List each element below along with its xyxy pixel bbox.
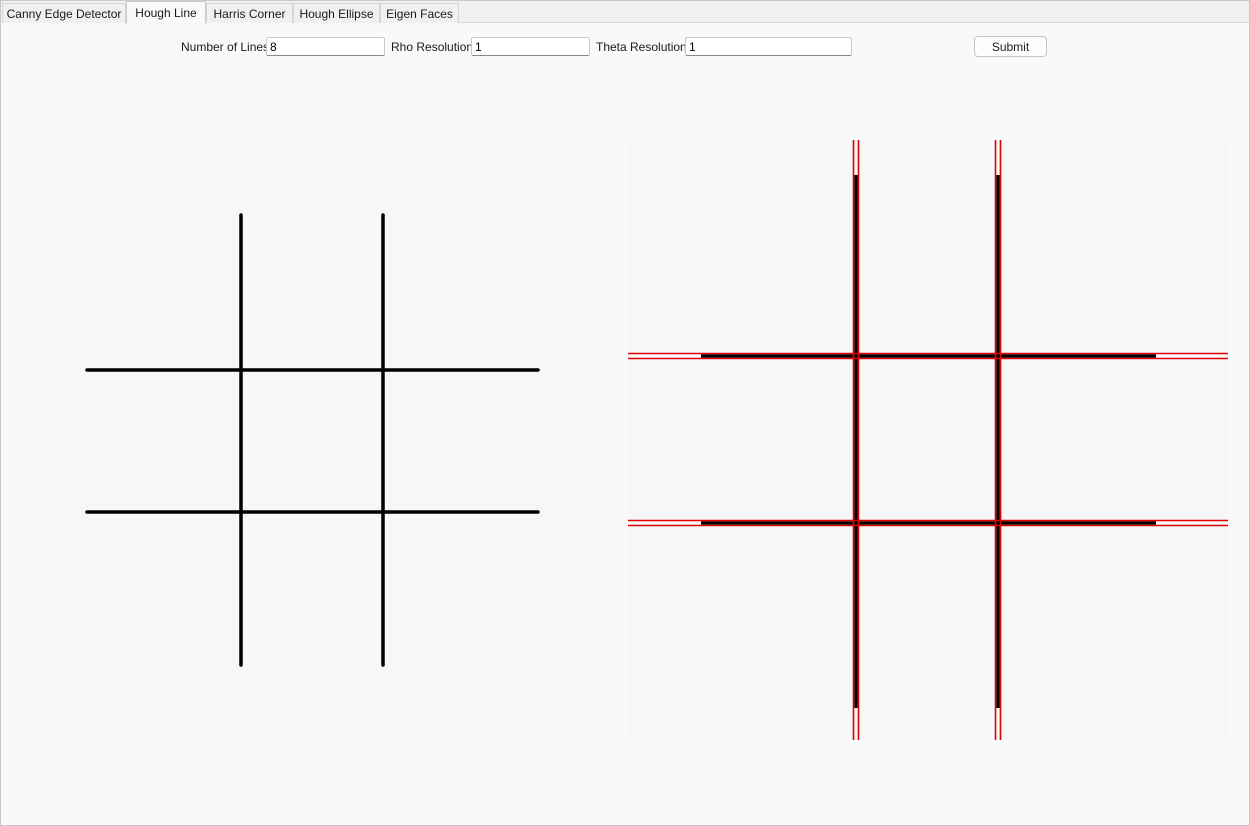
tab-harris-corner[interactable]: Harris Corner — [206, 3, 293, 23]
tab-hough-ellipse[interactable]: Hough Ellipse — [293, 3, 380, 23]
tab-bar: Canny Edge Detector Hough Line Harris Co… — [1, 1, 1249, 24]
input-image — [85, 213, 540, 667]
theta-resolution-input[interactable] — [685, 37, 852, 56]
tab-eigen-faces[interactable]: Eigen Faces — [380, 3, 459, 23]
tab-canny-edge-detector[interactable]: Canny Edge Detector — [2, 3, 126, 23]
rho-resolution-input[interactable] — [471, 37, 590, 56]
app-window: Canny Edge Detector Hough Line Harris Co… — [0, 0, 1250, 826]
output-image — [628, 140, 1228, 740]
tab-hough-line[interactable]: Hough Line — [126, 1, 206, 24]
number-of-lines-input[interactable] — [266, 37, 385, 56]
theta-resolution-label: Theta Resolution: — [596, 40, 691, 54]
rho-resolution-label: Rho Resolution: — [391, 40, 477, 54]
output-image-panel — [628, 140, 1228, 740]
input-image-panel — [11, 185, 613, 697]
number-of-lines-label: Number of Lines: — [181, 40, 273, 54]
submit-button[interactable]: Submit — [974, 36, 1047, 57]
